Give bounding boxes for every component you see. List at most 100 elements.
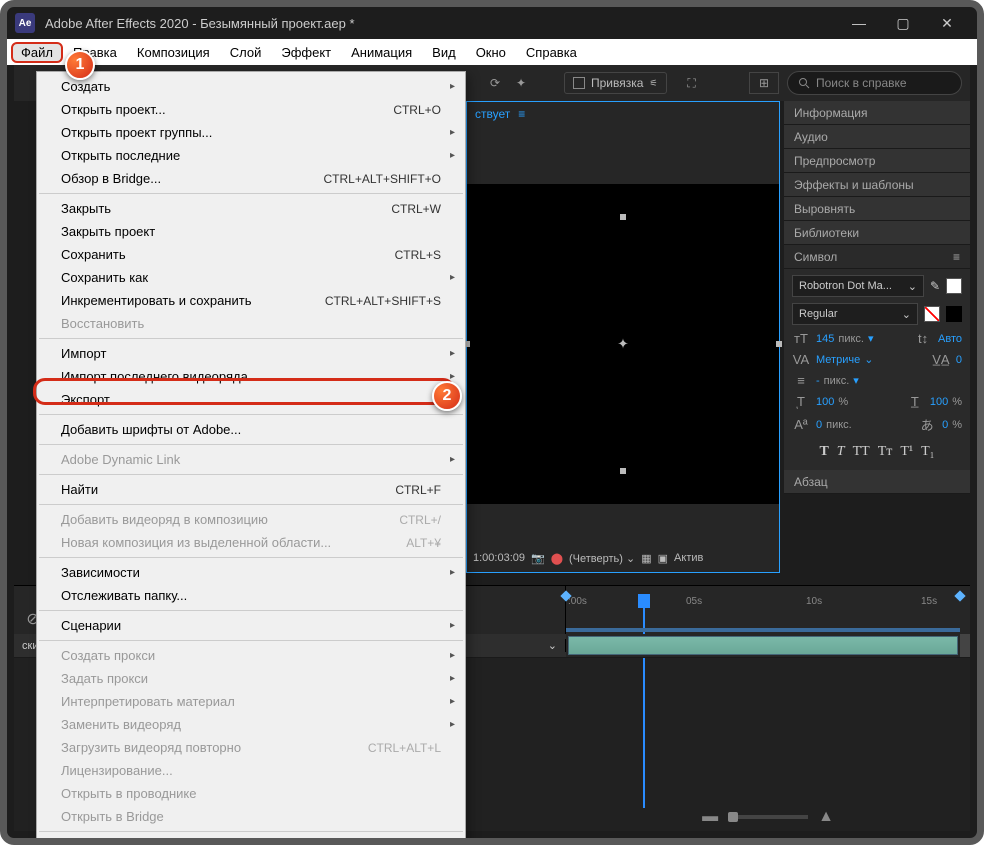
allcaps-button[interactable]: TT (853, 444, 870, 460)
menu-item[interactable]: Открыть проект группы...▸ (37, 121, 465, 144)
menu-item[interactable]: Открыть проект...CTRL+O (37, 98, 465, 121)
menu-item[interactable]: ЗакрытьCTRL+W (37, 197, 465, 220)
quality-dropdown[interactable]: (Четверть) ⌄ (569, 552, 635, 565)
layer-dropdown-icon[interactable]: ⌄ (548, 639, 557, 652)
leading-field[interactable]: Авто (938, 333, 962, 345)
workspace-switcher-icon[interactable]: ⊞ (749, 72, 779, 94)
italic-button[interactable]: T (837, 444, 845, 460)
layer-clip-end[interactable] (960, 634, 970, 657)
menu-item[interactable]: НайтиCTRL+F (37, 478, 465, 501)
font-family-select[interactable]: Robotron Dot Ma...⌄ (792, 275, 924, 297)
subscript-button[interactable]: T₁ (921, 444, 934, 460)
snapshot-icon[interactable]: 📷 (531, 552, 545, 565)
menu-item[interactable]: Сохранить как▸ (37, 266, 465, 289)
zoom-in-icon[interactable]: ▲ (818, 808, 834, 826)
menu-view[interactable]: Вид (422, 42, 466, 63)
panel-audio[interactable]: Аудио (784, 125, 970, 149)
menu-item[interactable]: Зависимости▸ (37, 561, 465, 584)
menu-item: Открыть в проводнике (37, 782, 465, 805)
panel-character[interactable]: Символ≡ (784, 245, 970, 269)
comp-tab-label[interactable]: ствует (475, 107, 510, 121)
eyedropper-icon[interactable]: ✎ (930, 279, 940, 293)
layer-clip[interactable] (568, 636, 958, 655)
timeline-ruler[interactable]: :00s05s10s15s (566, 586, 970, 634)
menu-item[interactable]: Экспорт▸ (37, 388, 465, 411)
menu-item[interactable]: Создать▸ (37, 75, 465, 98)
menu-item: Добавить видеоряд в композициюCTRL+/ (37, 508, 465, 531)
menu-item[interactable]: Инкрементировать и сохранитьCTRL+ALT+SHI… (37, 289, 465, 312)
puppet-tool-icon[interactable]: ✦ (510, 72, 532, 94)
menu-item: Заменить видеоряд▸ (37, 713, 465, 736)
search-help-input[interactable]: Поиск в справке (787, 71, 962, 95)
anchor-point-icon: ✦ (617, 336, 629, 353)
bounds-icon[interactable]: ⛶ (681, 72, 703, 94)
menu-item[interactable]: СохранитьCTRL+S (37, 243, 465, 266)
menu-window[interactable]: Окно (466, 42, 516, 63)
panel-align[interactable]: Выровнять (784, 197, 970, 221)
menu-item[interactable]: Сценарии▸ (37, 614, 465, 637)
menu-item[interactable]: Настройки проекта...CTRL+ALT+SHIFT+K (37, 835, 465, 838)
leading-icon: t↕ (914, 331, 932, 346)
stroke-width-field[interactable]: - пикс. ▾ (816, 374, 859, 387)
grid-icon[interactable]: ▣ (658, 552, 668, 565)
superscript-button[interactable]: T¹ (900, 444, 913, 460)
composition-canvas[interactable]: ✦ (467, 184, 779, 504)
panel-paragraph[interactable]: Абзац (784, 470, 970, 494)
stroke-width-icon: ≡ (792, 373, 810, 388)
baseline-field[interactable]: 0 пикс. (816, 419, 852, 431)
close-button[interactable]: ✕ (925, 7, 969, 39)
menu-item[interactable]: Добавить шрифты от Adobe... (37, 418, 465, 441)
tsume-field[interactable]: 0 % (942, 419, 962, 431)
active-camera[interactable]: Актив (674, 552, 703, 564)
menu-item[interactable]: Закрыть проект (37, 220, 465, 243)
menu-file[interactable]: Файл (11, 42, 63, 63)
menu-help[interactable]: Справка (516, 42, 587, 63)
menu-item[interactable]: Импорт последнего видеоряда▸ (37, 365, 465, 388)
menu-item[interactable]: Открыть последние▸ (37, 144, 465, 167)
swap-swatch-icon[interactable] (946, 306, 962, 322)
menu-item[interactable]: Импорт▸ (37, 342, 465, 365)
view-options-icon[interactable]: ▦ (641, 552, 651, 565)
menu-item[interactable]: Обзор в Bridge...CTRL+ALT+SHIFT+O (37, 167, 465, 190)
timeline-zoom-slider[interactable]: ▬ ▲ (566, 808, 970, 826)
menu-item: Интерпретировать материал▸ (37, 690, 465, 713)
panel-effects[interactable]: Эффекты и шаблоны (784, 173, 970, 197)
channels-icon[interactable]: ⬤ (551, 552, 563, 565)
playhead[interactable] (638, 594, 650, 608)
fill-swatch[interactable] (946, 278, 962, 294)
hscale-field[interactable]: 100 % (930, 396, 962, 408)
menu-effect[interactable]: Эффект (271, 42, 341, 63)
stroke-swatch[interactable] (924, 306, 940, 322)
tracking-field[interactable]: 0 (956, 354, 962, 366)
menu-animation[interactable]: Анимация (341, 42, 422, 63)
search-icon (798, 77, 810, 89)
panel-preview[interactable]: Предпросмотр (784, 149, 970, 173)
titlebar: Ae Adobe After Effects 2020 - Безымянный… (7, 7, 977, 39)
menu-layer[interactable]: Слой (220, 42, 272, 63)
smallcaps-button[interactable]: Tт (878, 444, 893, 460)
font-size-field[interactable]: 145 пикс. ▾ (816, 332, 873, 345)
menu-item: Загрузить видеоряд повторноCTRL+ALT+L (37, 736, 465, 759)
timecode-display[interactable]: 1:00:03:09 (473, 552, 525, 564)
character-panel-body: Robotron Dot Ma...⌄ ✎ Regular⌄ тT 145 пи… (784, 269, 970, 470)
composition-viewer: ствует ≡ ✦ 1:00:03:09 📷 ⬤ (Четверть) ⌄ ▦… (466, 101, 780, 573)
menu-item[interactable]: Отслеживать папку... (37, 584, 465, 607)
snap-options-icon[interactable]: ⚟ (649, 78, 657, 89)
menu-item: Adobe Dynamic Link▸ (37, 448, 465, 471)
vscale-field[interactable]: 100 % (816, 396, 848, 408)
kerning-field[interactable]: Метриче ⌄ (816, 353, 873, 366)
font-style-select[interactable]: Regular⌄ (792, 303, 918, 325)
comp-menu-icon[interactable]: ≡ (518, 107, 525, 121)
menubar: Файл Правка Композиция Слой Эффект Анима… (7, 39, 977, 65)
zoom-out-icon[interactable]: ▬ (702, 808, 718, 826)
menu-item: Лицензирование... (37, 759, 465, 782)
minimize-button[interactable]: — (837, 7, 881, 39)
menu-composition[interactable]: Композиция (127, 42, 220, 63)
panel-info[interactable]: Информация (784, 101, 970, 125)
work-area-bar[interactable] (566, 628, 960, 632)
rotate-tool-icon[interactable]: ⟳ (484, 72, 506, 94)
bold-button[interactable]: T (819, 444, 828, 460)
panel-libraries[interactable]: Библиотеки (784, 221, 970, 245)
maximize-button[interactable]: ▢ (881, 7, 925, 39)
snap-toggle[interactable]: Привязка ⚟ (564, 72, 667, 94)
